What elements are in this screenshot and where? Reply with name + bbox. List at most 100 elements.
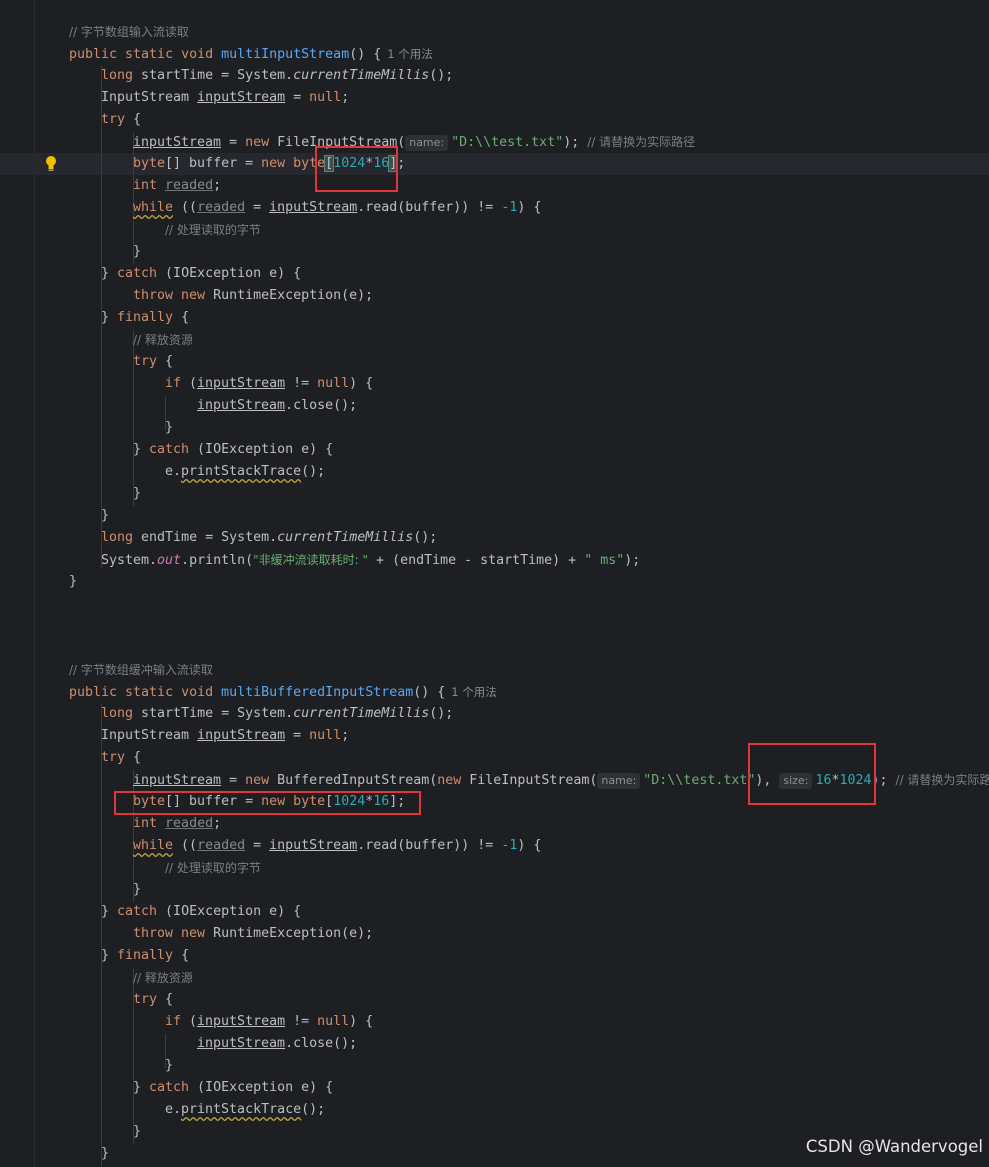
code-text: } <box>133 442 150 457</box>
annotation-box <box>315 146 398 192</box>
code-line: long startTime = System.currentTimeMilli… <box>101 65 453 87</box>
code-line: throw new RuntimeException(e); <box>133 923 373 945</box>
variable[interactable]: inputStream <box>269 838 357 853</box>
variable[interactable]: inputStream <box>197 90 285 105</box>
code-comment: // 字节数组缓冲输入流读取 <box>69 663 213 677</box>
code-line: } catch (IOException e) { <box>133 1077 333 1099</box>
method-call[interactable]: currentTimeMillis <box>293 706 429 721</box>
keyword: try <box>101 750 126 765</box>
code-text: (IOException e) { <box>157 266 302 281</box>
code-line: public static void multiBufferedInputStr… <box>69 681 497 703</box>
code-text: .read(buffer)) != <box>357 200 502 215</box>
code-text: endTime = System. <box>133 530 278 545</box>
variable[interactable]: inputStream <box>133 135 221 150</box>
method-call[interactable]: printStackTrace <box>181 1102 301 1117</box>
usages-link[interactable]: 1 个用法 <box>451 685 496 699</box>
code-line: while ((readed = inputStream.read(buffer… <box>133 197 541 219</box>
code-text: = <box>221 135 246 150</box>
editor-gutter[interactable] <box>0 0 34 1167</box>
code-text: } <box>101 266 118 281</box>
keyword: public static void <box>69 47 222 62</box>
code-line: while ((readed = inputStream.read(buffer… <box>133 835 541 857</box>
code-line: long endTime = System.currentTimeMillis(… <box>101 527 437 549</box>
usages-link[interactable]: 1 个用法 <box>387 47 432 61</box>
code-text: } <box>133 882 142 897</box>
code-text: ) { <box>517 200 542 215</box>
parameter-hint: name: <box>597 773 641 789</box>
variable[interactable]: readed <box>165 178 213 193</box>
code-text: startTime = System. <box>133 68 294 83</box>
keyword: new <box>245 135 270 150</box>
code-text: ) { <box>517 838 542 853</box>
code-text: (); <box>429 68 454 83</box>
code-line: System.out.println("非缓冲流读取耗时: " + (endTi… <box>101 549 640 571</box>
variable[interactable]: inputStream <box>269 200 357 215</box>
code-text: System. <box>101 553 158 568</box>
code-text: != <box>285 376 318 391</box>
variable[interactable]: readed <box>197 838 245 853</box>
code-line: try { <box>101 109 141 131</box>
code-text: (IOException e) { <box>157 904 302 919</box>
method-call[interactable]: currentTimeMillis <box>293 68 429 83</box>
variable[interactable]: inputStream <box>197 398 285 413</box>
code-line: } <box>133 879 141 901</box>
code-text: ; <box>397 156 406 171</box>
method-call[interactable]: printStackTrace <box>181 464 301 479</box>
code-text: () { <box>413 685 446 700</box>
variable[interactable]: inputStream <box>197 1036 285 1051</box>
code-comment: // 请替换为实际路径 <box>587 135 696 149</box>
code-line: int readed; <box>133 813 221 835</box>
code-text: = <box>245 200 270 215</box>
code-line: // 字节数组输入流读取 <box>69 21 189 43</box>
code-text: } <box>133 1080 150 1095</box>
keyword: if <box>165 376 182 391</box>
variable[interactable]: readed <box>165 816 213 831</box>
number-literal: -1 <box>501 838 518 853</box>
code-text: } <box>165 1058 174 1073</box>
code-line: } catch (IOException e) { <box>101 263 301 285</box>
code-line: try { <box>101 747 141 769</box>
indent-guide <box>101 704 102 1167</box>
code-text: ) { <box>349 376 374 391</box>
code-text: } <box>69 574 78 589</box>
lightbulb-icon[interactable] <box>44 155 58 173</box>
code-text: ( <box>181 1014 198 1029</box>
code-line: e.printStackTrace(); <box>165 461 325 483</box>
code-text: { <box>157 992 174 1007</box>
code-text: { <box>173 310 190 325</box>
code-text: } <box>101 310 118 325</box>
code-text: e. <box>165 1102 182 1117</box>
variable[interactable]: inputStream <box>197 376 285 391</box>
code-text: ); <box>624 553 641 568</box>
code-text: ; <box>341 728 350 743</box>
method-name[interactable]: multiInputStream <box>221 47 349 62</box>
code-text: { <box>125 112 142 127</box>
keyword: long <box>101 706 134 721</box>
string-literal: "非缓冲流读取耗时: " <box>253 553 369 567</box>
variable[interactable]: inputStream <box>197 1014 285 1029</box>
keyword: throw <box>133 926 174 941</box>
method-name[interactable]: multiBufferedInputStream <box>221 685 413 700</box>
code-line: InputStream inputStream = null; <box>101 725 349 747</box>
keyword: public static void <box>69 685 222 700</box>
keyword: long <box>101 68 134 83</box>
code-line: e.printStackTrace(); <box>165 1099 325 1121</box>
code-line: } <box>133 483 141 505</box>
keyword: int <box>133 178 158 193</box>
code-comment: // 请替换为实际路径 <box>895 773 989 787</box>
keyword: while <box>133 200 174 215</box>
variable[interactable]: inputStream <box>133 773 221 788</box>
keyword: try <box>101 112 126 127</box>
code-text: startTime = System. <box>133 706 294 721</box>
method-call[interactable]: currentTimeMillis <box>277 530 413 545</box>
static-field[interactable]: out <box>157 553 181 568</box>
watermark: CSDN @Wandervogel <box>805 1137 983 1156</box>
code-text: } <box>101 1146 110 1161</box>
code-line: InputStream inputStream = null; <box>101 87 349 109</box>
variable[interactable]: readed <box>197 200 245 215</box>
code-comment: // 释放资源 <box>133 971 193 985</box>
code-line: long startTime = System.currentTimeMilli… <box>101 703 453 725</box>
code-text: = <box>221 773 246 788</box>
variable[interactable]: inputStream <box>197 728 285 743</box>
code-text: (); <box>301 464 326 479</box>
